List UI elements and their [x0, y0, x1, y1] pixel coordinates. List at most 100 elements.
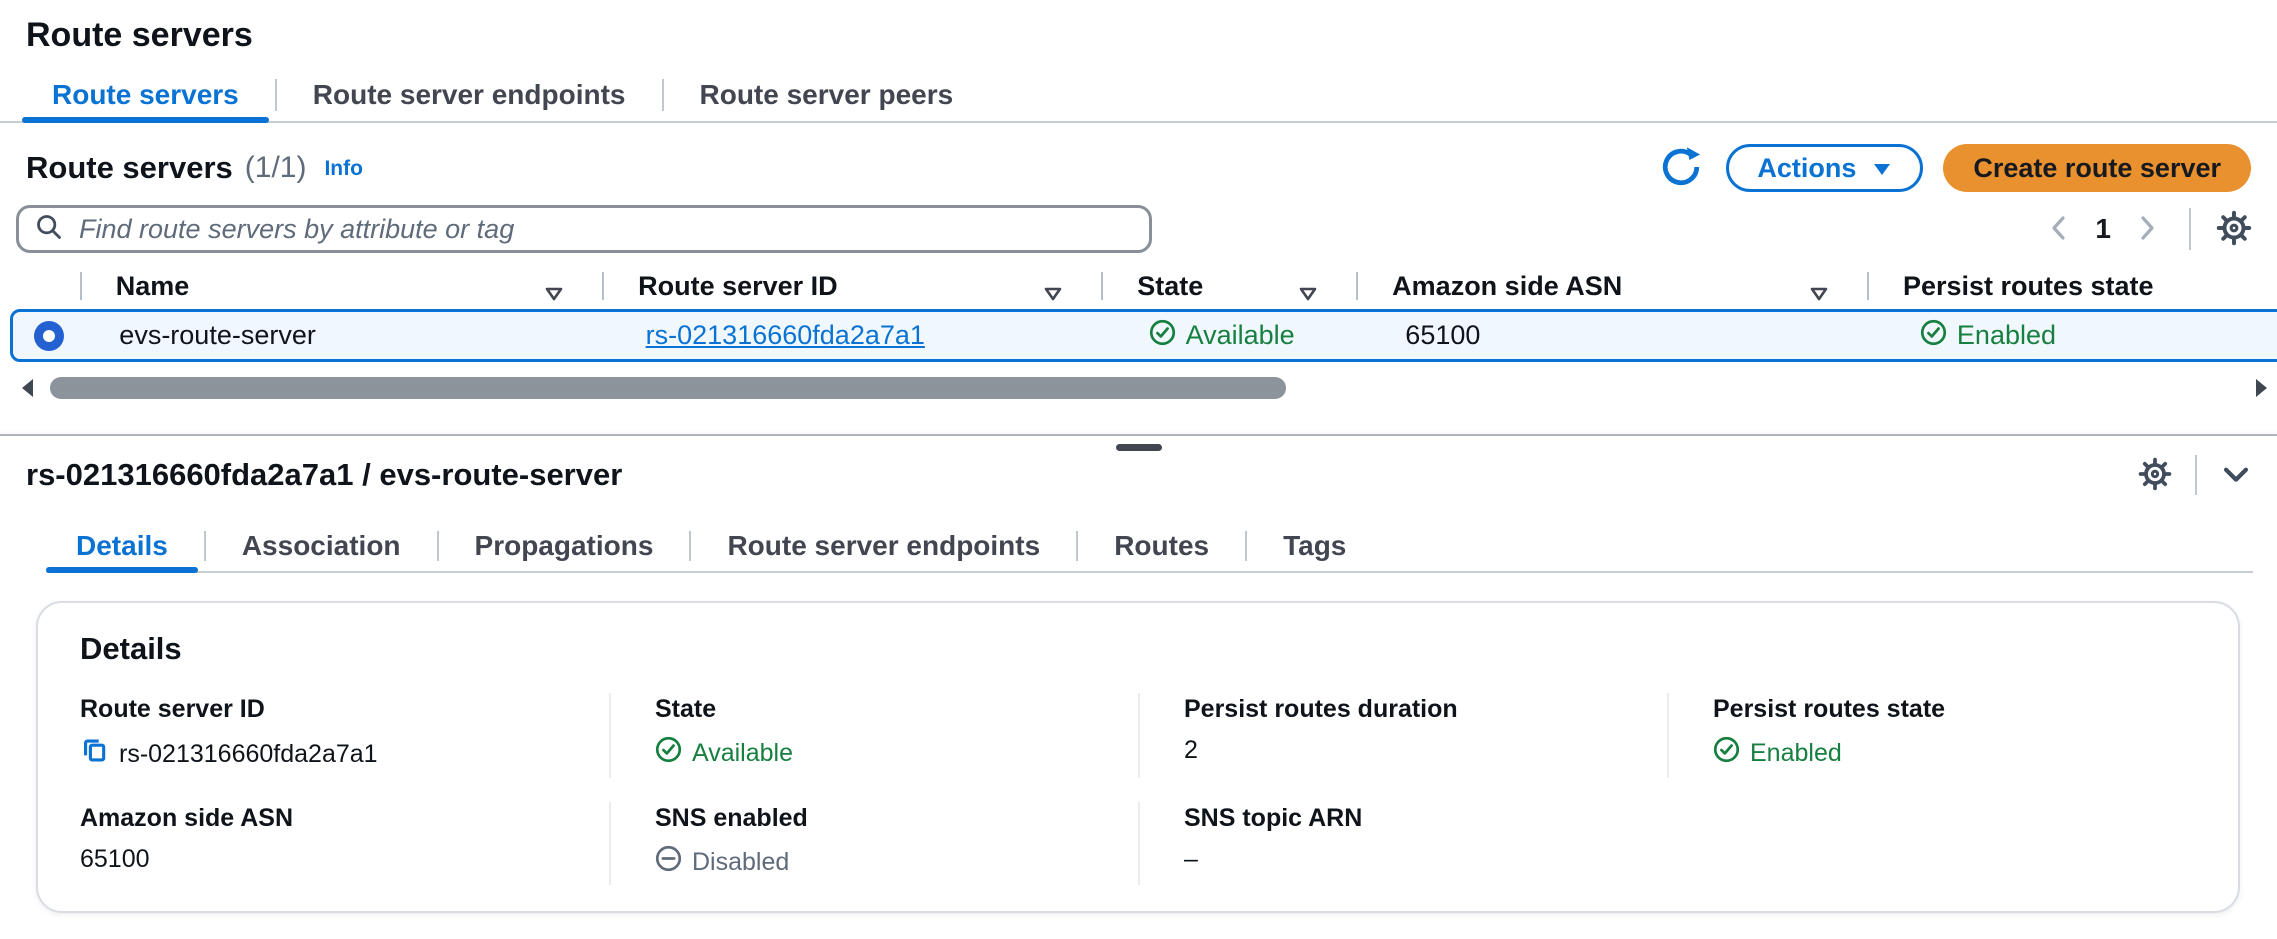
tab-label: Details: [76, 530, 168, 562]
toolbar: 1: [0, 199, 2277, 263]
scroll-left-icon[interactable]: [22, 379, 33, 397]
tab-separator: [689, 531, 691, 561]
tab-route-server-endpoints[interactable]: Route server endpoints: [697, 521, 1070, 571]
search-icon: [35, 213, 63, 246]
column-label: Persist routes state: [1903, 271, 2154, 302]
info-link[interactable]: Info: [324, 157, 362, 181]
current-page-number: 1: [2095, 213, 2111, 245]
field-label: Persist routes state: [1713, 695, 2172, 724]
field-value-text: 2: [1184, 736, 1198, 765]
pagination-divider: [2189, 208, 2191, 250]
tab-separator: [1076, 531, 1078, 561]
field-label: SNS enabled: [655, 804, 1114, 833]
row-name-cell: evs-route-server: [85, 320, 611, 351]
empty-cell: [1667, 802, 2196, 885]
refresh-icon: [1659, 145, 1703, 192]
tab-propagations[interactable]: Propagations: [445, 521, 684, 571]
details-card: Details Route server ID rs-021316660fda2…: [36, 601, 2240, 913]
column-header-route-server-id[interactable]: Route server ID: [604, 263, 1103, 309]
column-label: State: [1137, 271, 1203, 302]
scroll-right-icon[interactable]: [2256, 379, 2267, 397]
radio-selected-icon[interactable]: [34, 321, 64, 351]
pagination: 1: [2047, 208, 2253, 250]
column-filter-caret-icon[interactable]: [1043, 278, 1063, 309]
route-server-id-link[interactable]: rs-021316660fda2a7a1: [646, 320, 925, 351]
tab-separator: [437, 531, 439, 561]
field-persist-routes-duration: Persist routes duration 2: [1138, 693, 1667, 778]
tab-label: Route server endpoints: [313, 79, 626, 111]
next-page-button[interactable]: [2135, 213, 2159, 246]
tab-label: Route server endpoints: [727, 530, 1040, 562]
column-header-state[interactable]: State: [1103, 263, 1358, 309]
tab-tags[interactable]: Tags: [1253, 521, 1376, 571]
tab-label: Routes: [1114, 530, 1209, 562]
row-id-cell: rs-021316660fda2a7a1: [612, 320, 1115, 351]
tab-separator: [1245, 531, 1247, 561]
horizontal-scrollbar: [16, 376, 2269, 400]
tab-label: Route server peers: [700, 79, 954, 111]
panel-preferences-button[interactable]: [2137, 456, 2173, 495]
column-filter-caret-icon[interactable]: [1298, 278, 1318, 309]
previous-page-button[interactable]: [2047, 213, 2071, 246]
route-server-name: evs-route-server: [119, 320, 316, 351]
route-servers-page: Route servers Route servers Route server…: [0, 16, 2277, 913]
actions-button[interactable]: Actions: [1726, 144, 1923, 192]
status-text: Enabled: [1957, 320, 2056, 351]
tab-separator: [204, 531, 206, 561]
status-enabled-icon: [1713, 736, 1740, 770]
collapse-panel-button[interactable]: [2219, 457, 2253, 494]
tab-route-server-peers[interactable]: Route server peers: [670, 69, 984, 121]
gear-icon: [2215, 209, 2253, 250]
tab-routes[interactable]: Routes: [1084, 521, 1239, 571]
chevron-left-icon: [2047, 213, 2071, 246]
tab-details[interactable]: Details: [46, 521, 198, 571]
table-preferences-button[interactable]: [2215, 209, 2253, 250]
scrollbar-thumb[interactable]: [50, 377, 1286, 399]
tab-route-server-endpoints[interactable]: Route server endpoints: [283, 69, 656, 121]
tab-route-servers[interactable]: Route servers: [22, 69, 269, 121]
tab-association[interactable]: Association: [212, 521, 431, 571]
field-value-text: Available: [692, 739, 793, 768]
row-asn-cell: 65100: [1371, 320, 1886, 351]
search-box[interactable]: [16, 205, 1152, 253]
create-route-server-button[interactable]: Create route server: [1943, 144, 2251, 192]
tab-label: Association: [242, 530, 401, 562]
chevron-right-icon: [2135, 213, 2159, 246]
page-title: Route servers: [26, 16, 2277, 55]
field-value-text: rs-021316660fda2a7a1: [119, 740, 378, 769]
resource-view-tabs: Route servers Route server endpoints Rou…: [0, 69, 2277, 123]
list-counter: (1/1): [245, 151, 307, 185]
refresh-button[interactable]: [1656, 143, 1706, 193]
field-value-text: Enabled: [1750, 739, 1842, 768]
panel-actions-divider: [2195, 455, 2197, 495]
column-filter-caret-icon[interactable]: [1809, 278, 1829, 309]
column-header-amazon-side-asn[interactable]: Amazon side ASN: [1358, 263, 1869, 309]
field-route-server-id: Route server ID rs-021316660fda2a7a1: [80, 693, 609, 778]
chevron-down-icon: [2219, 457, 2253, 494]
details-heading: Details: [80, 631, 2196, 667]
search-input[interactable]: [77, 213, 1133, 246]
table-row[interactable]: evs-route-server rs-021316660fda2a7a1 Av…: [10, 309, 2277, 362]
column-filter-caret-icon[interactable]: [544, 278, 564, 309]
tab-separator: [662, 79, 664, 111]
drag-handle-icon[interactable]: [1116, 444, 1162, 451]
split-panel-actions: [2137, 455, 2253, 495]
tab-label: Route servers: [52, 79, 239, 111]
column-header-persist-routes-state[interactable]: Persist routes state: [1869, 263, 2277, 309]
column-header-name[interactable]: Name: [82, 263, 604, 309]
field-label: Persist routes duration: [1184, 695, 1643, 724]
asn-value: 65100: [1405, 320, 1480, 351]
row-persist-cell: Enabled: [1886, 319, 2277, 353]
copy-icon[interactable]: [80, 736, 109, 772]
list-title: Route servers: [26, 150, 233, 186]
field-sns-topic-arn: SNS topic ARN –: [1138, 802, 1667, 885]
caret-down-icon: [1872, 153, 1892, 184]
header-actions: Actions Create route server: [1656, 143, 2251, 193]
field-state: State Available: [609, 693, 1138, 778]
route-servers-table: Name Route server ID State Amazon side A…: [10, 263, 2277, 400]
status-badge: Available: [1149, 319, 1295, 353]
detail-tabs: Details Association Propagations Route s…: [46, 521, 2253, 573]
split-panel: rs-021316660fda2a7a1 / evs-route-server: [0, 434, 2277, 913]
gear-icon: [2137, 456, 2173, 495]
tab-separator: [275, 79, 277, 111]
